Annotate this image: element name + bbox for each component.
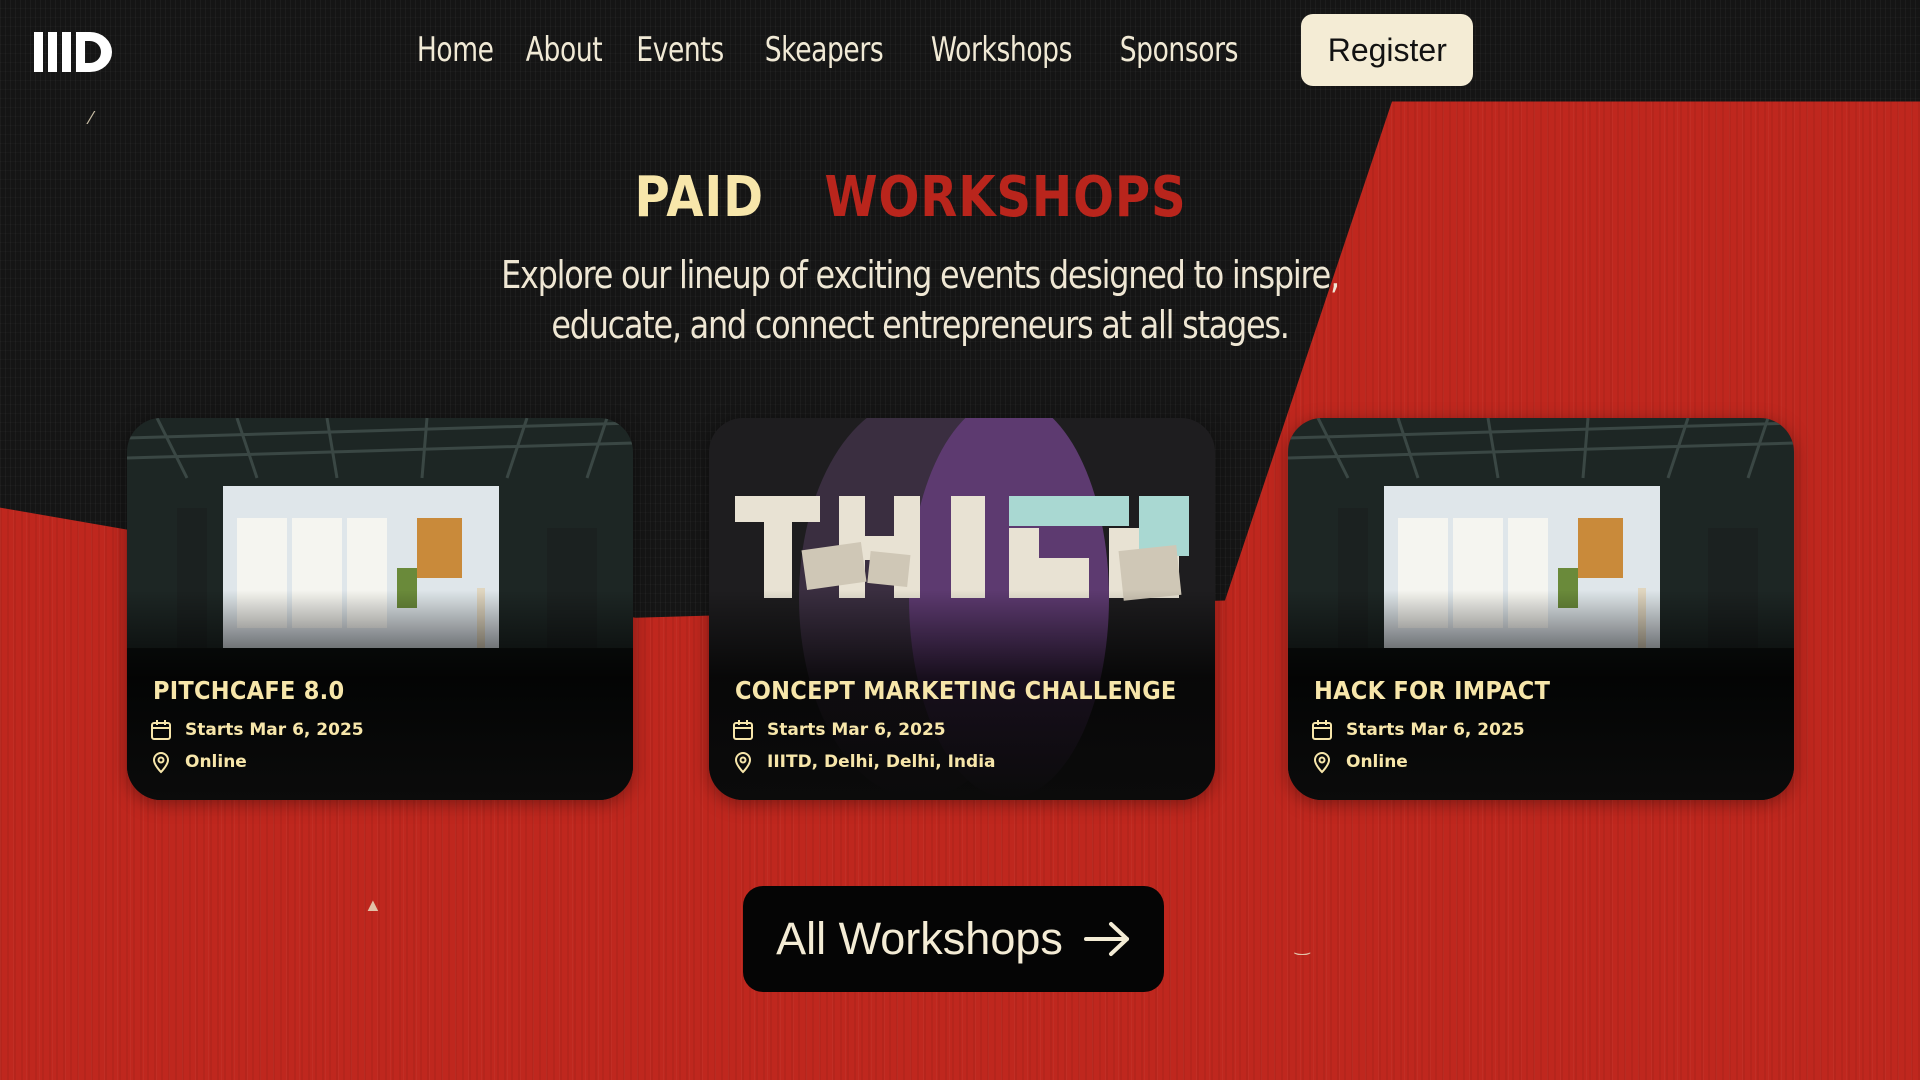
workshop-date-text: Starts Mar 6, 2025: [767, 720, 946, 740]
register-button[interactable]: Register: [1301, 14, 1474, 86]
workshop-date: Starts Mar 6, 2025: [1310, 718, 1525, 742]
workshop-card-pitchcafe[interactable]: PITCHCAFE 8.0 Starts Mar 6, 2025 Online: [127, 418, 633, 800]
card-shade: [1288, 418, 1794, 800]
workshop-date-text: Starts Mar 6, 2025: [1346, 720, 1525, 740]
decorative-speck: ‿: [1295, 935, 1310, 955]
nav-speakers[interactable]: Skeapers: [764, 30, 883, 70]
workshop-card-hack-for-impact[interactable]: HACK FOR IMPACT Starts Mar 6, 2025 Onlin…: [1288, 418, 1794, 800]
workshop-title: CONCEPT MARKETING CHALLENGE: [735, 676, 1177, 705]
nav-workshops[interactable]: Workshops: [930, 30, 1072, 70]
card-shade: [127, 418, 633, 800]
location-pin-icon: [152, 752, 170, 774]
workshop-date: Starts Mar 6, 2025: [149, 718, 364, 742]
title-paid: PAID: [634, 165, 764, 230]
workshop-date: Starts Mar 6, 2025: [731, 718, 946, 742]
page-subtitle: Explore our lineup of exciting events de…: [501, 253, 1340, 347]
workshop-title: HACK FOR IMPACT: [1314, 676, 1551, 705]
calendar-icon: [1312, 720, 1332, 740]
calendar-icon: [151, 720, 171, 740]
decorative-speck: ⁄: [90, 108, 94, 128]
main-nav: Home About Events Skeapers Workshops Spo…: [417, 14, 1474, 86]
logo-icon[interactable]: [34, 32, 112, 72]
nav-sponsors[interactable]: Sponsors: [1119, 30, 1238, 70]
location-pin-icon: [1313, 752, 1331, 774]
title-workshops: WORKSHOPS: [824, 165, 1187, 230]
location-pin-icon: [734, 752, 752, 774]
all-workshops-label: All Workshops: [776, 913, 1063, 964]
arrow-right-icon: [1083, 922, 1129, 956]
card-shade: [709, 418, 1215, 800]
workshop-card-concept-marketing[interactable]: CONCEPT MARKETING CHALLENGE Starts Mar 6…: [709, 418, 1215, 800]
page-title: PAID WORKSHOPS: [0, 165, 1840, 230]
decorative-speck: ▲: [364, 895, 382, 915]
nav-home[interactable]: Home: [417, 30, 494, 70]
workshop-title: PITCHCAFE 8.0: [153, 676, 345, 705]
workshop-date-text: Starts Mar 6, 2025: [185, 720, 364, 740]
calendar-icon: [733, 720, 753, 740]
workshop-location-text: IIITD, Delhi, Delhi, India: [767, 752, 996, 772]
workshop-location: Online: [1310, 750, 1408, 774]
all-workshops-button[interactable]: All Workshops: [743, 886, 1164, 992]
nav-events[interactable]: Events: [637, 30, 725, 70]
nav-about[interactable]: About: [526, 30, 603, 70]
workshop-location-text: Online: [185, 752, 247, 772]
workshop-location: IIITD, Delhi, Delhi, India: [731, 750, 996, 774]
workshop-location-text: Online: [1346, 752, 1408, 772]
workshop-location: Online: [149, 750, 247, 774]
